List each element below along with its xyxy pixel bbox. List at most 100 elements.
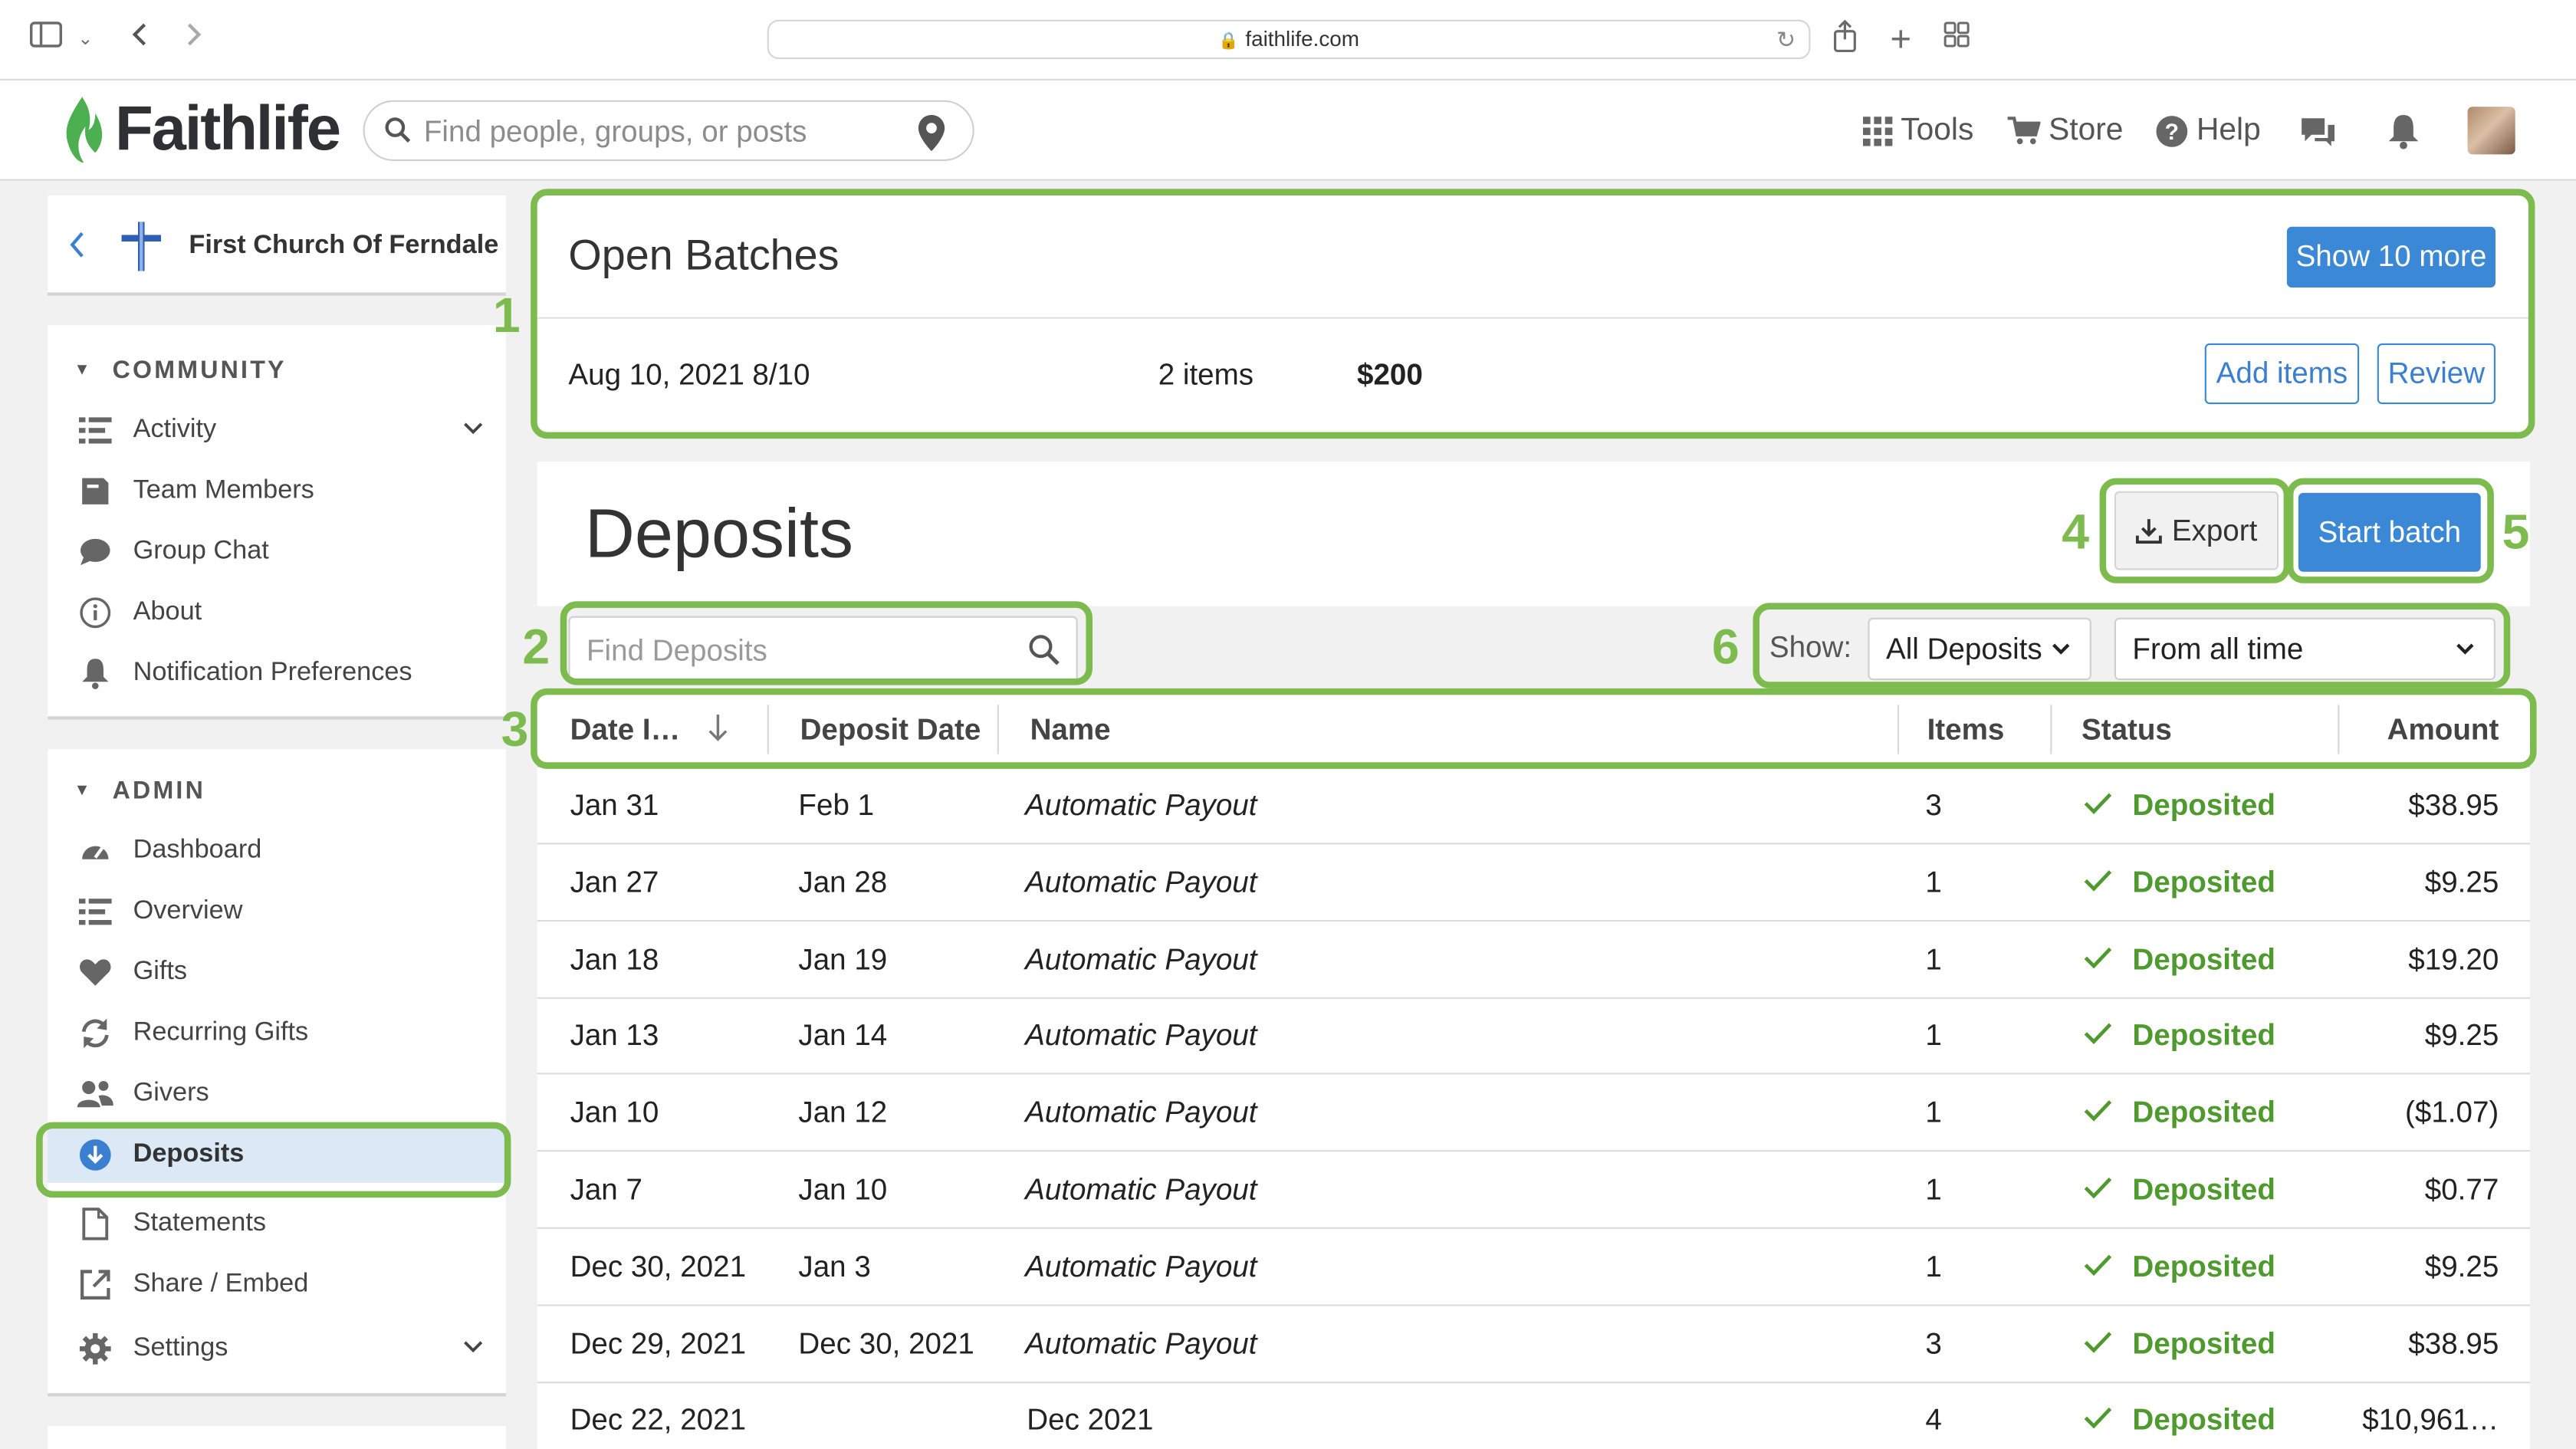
recurring-icon bbox=[76, 1017, 115, 1050]
sidebar-item-givers[interactable]: Givers bbox=[48, 1066, 506, 1122]
sidebar-item-overview[interactable]: Overview bbox=[48, 884, 506, 940]
location-pin-icon[interactable] bbox=[917, 113, 947, 161]
lock-icon: 🔒 bbox=[1218, 32, 1239, 51]
cell-date-initiated: Jan 10 bbox=[570, 1096, 659, 1129]
column-divider[interactable] bbox=[2338, 705, 2340, 754]
cell-items: 1 bbox=[1925, 1173, 1942, 1206]
find-deposits-field[interactable] bbox=[568, 616, 1078, 682]
reload-icon[interactable]: ↻ bbox=[1776, 21, 1796, 58]
export-button[interactable]: Export bbox=[2114, 491, 2279, 570]
find-deposits-input[interactable] bbox=[586, 627, 1014, 674]
column-divider[interactable] bbox=[997, 705, 999, 754]
notifications-button[interactable] bbox=[2387, 110, 2429, 153]
column-date-initiated[interactable]: Date I… bbox=[570, 713, 681, 748]
cell-name: Automatic Payout bbox=[1025, 1326, 1257, 1360]
sidebar-item-activity[interactable]: Activity bbox=[48, 402, 506, 458]
sidebar-item-statements[interactable]: Statements bbox=[48, 1196, 506, 1252]
checkmark-icon bbox=[2083, 1330, 2113, 1362]
column-divider[interactable] bbox=[2050, 705, 2052, 754]
sidebar-item-label: Gifts bbox=[133, 958, 188, 986]
column-status[interactable]: Status bbox=[2082, 713, 2172, 748]
cell-amount: $9.25 bbox=[2424, 1019, 2499, 1053]
column-amount[interactable]: Amount bbox=[2387, 713, 2499, 748]
column-items[interactable]: Items bbox=[1927, 713, 2005, 748]
church-name[interactable]: First Church Of Ferndale bbox=[189, 232, 498, 261]
global-search-input[interactable] bbox=[423, 108, 901, 155]
column-divider[interactable] bbox=[1898, 705, 1900, 754]
chevron-down-icon[interactable] bbox=[463, 416, 483, 442]
sidebar-item-about[interactable]: About bbox=[48, 585, 506, 641]
sidebar-item-label: Givers bbox=[133, 1079, 209, 1108]
table-row[interactable]: Jan 10 Jan 12 Automatic Payout 1 Deposited ($… bbox=[537, 1075, 2530, 1152]
deposit-type-select[interactable]: All Deposits bbox=[1868, 617, 2091, 681]
share-icon[interactable] bbox=[1825, 19, 1865, 59]
sidebar-item-label: Dashboard bbox=[133, 836, 262, 865]
global-search[interactable] bbox=[363, 100, 974, 161]
table-row[interactable]: Jan 13 Jan 14 Automatic Payout 1 Deposited $9… bbox=[537, 998, 2530, 1076]
sidebar-item-team-members[interactable]: Team Members bbox=[48, 463, 506, 519]
table-row[interactable]: Dec 22, 2021 Dec 2021 4 Deposited $10,961… bbox=[537, 1382, 2530, 1449]
add-items-button[interactable]: Add items bbox=[2204, 343, 2360, 405]
table-row[interactable]: Dec 29, 2021 Dec 30, 2021 Automatic Payout… bbox=[537, 1306, 2530, 1383]
show-more-button[interactable]: Show 10 more bbox=[2286, 226, 2496, 288]
messages-button[interactable] bbox=[2298, 110, 2346, 153]
chevron-down-icon[interactable]: ⌄ bbox=[66, 20, 105, 59]
column-name[interactable]: Name bbox=[1030, 713, 1111, 748]
sidebar-item-share-embed[interactable]: Share / Embed bbox=[48, 1257, 506, 1313]
bell-icon bbox=[76, 657, 115, 690]
admin-heading[interactable]: ▼ ADMIN bbox=[74, 777, 205, 805]
faithlife-logo[interactable]: Faithlife bbox=[59, 94, 341, 166]
review-button[interactable]: Review bbox=[2377, 343, 2496, 405]
tab-overview-icon[interactable] bbox=[1937, 20, 1976, 59]
document-icon bbox=[76, 1208, 115, 1240]
sort-descending-icon[interactable] bbox=[706, 713, 729, 751]
sidebar-item-recurring-gifts[interactable]: Recurring Gifts bbox=[48, 1005, 506, 1061]
table-row[interactable]: Jan 27 Jan 28 Automatic Payout 1 Deposited $9… bbox=[537, 844, 2530, 922]
community-heading[interactable]: ▼ COMMUNITY bbox=[74, 356, 286, 384]
cell-name: Automatic Payout bbox=[1025, 865, 1257, 899]
table-row[interactable]: Jan 18 Jan 19 Automatic Payout 1 Deposited $1… bbox=[537, 921, 2530, 998]
download-icon bbox=[2135, 518, 2162, 544]
cell-status: Deposited bbox=[2132, 1096, 2275, 1129]
sidebar-icon[interactable] bbox=[26, 20, 65, 59]
sidebar-item-gifts[interactable]: Gifts bbox=[48, 945, 506, 1001]
cell-items: 1 bbox=[1925, 1019, 1942, 1053]
sidebar-item-notification-preferences[interactable]: Notification Preferences bbox=[48, 646, 506, 702]
nav-help[interactable]: ? Help bbox=[2155, 110, 2261, 153]
cell-deposit-date: Jan 14 bbox=[798, 1019, 888, 1053]
forward-arrow-icon[interactable] bbox=[174, 20, 213, 59]
chevron-down-icon[interactable] bbox=[463, 1334, 483, 1360]
table-row[interactable]: Dec 30, 2021 Jan 3 Automatic Payout 1 Deposi… bbox=[537, 1228, 2530, 1306]
table-row[interactable]: Jan 31 Feb 1 Automatic Payout 3 Deposited $38… bbox=[537, 767, 2530, 845]
sidebar-next-section bbox=[48, 1426, 506, 1449]
cell-amount: $38.95 bbox=[2408, 1326, 2499, 1360]
nav-tools[interactable]: Tools bbox=[1863, 110, 1973, 153]
sidebar-item-group-chat[interactable]: Group Chat bbox=[48, 524, 506, 580]
search-icon[interactable] bbox=[1028, 634, 1060, 673]
user-avatar[interactable] bbox=[2467, 107, 2515, 155]
address-bar[interactable]: 🔒 faithlife.com ↻ bbox=[767, 19, 1811, 60]
export-label: Export bbox=[2171, 513, 2258, 547]
cell-items: 3 bbox=[1925, 1326, 1942, 1360]
people-icon bbox=[76, 1079, 115, 1109]
cell-name: Automatic Payout bbox=[1025, 1173, 1257, 1206]
date-range-select[interactable]: From all time bbox=[2114, 617, 2496, 681]
back-arrow-icon[interactable] bbox=[120, 20, 159, 59]
cell-items: 1 bbox=[1925, 942, 1942, 975]
sidebar-item-settings[interactable]: Settings bbox=[48, 1321, 506, 1377]
start-batch-button[interactable]: Start batch bbox=[2298, 492, 2481, 572]
column-deposit-date[interactable]: Deposit Date bbox=[800, 713, 981, 748]
gear-icon bbox=[76, 1332, 115, 1365]
table-row[interactable]: Jan 7 Jan 10 Automatic Payout 1 Deposited $0.… bbox=[537, 1152, 2530, 1229]
back-chevron-icon[interactable] bbox=[67, 228, 87, 271]
annotation-number-3: 3 bbox=[501, 703, 529, 757]
sidebar-item-dashboard[interactable]: Dashboard bbox=[48, 823, 506, 879]
sidebar-item-deposits[interactable]: Deposits bbox=[48, 1127, 506, 1183]
badge-icon bbox=[76, 476, 115, 506]
column-divider[interactable] bbox=[767, 705, 769, 754]
open-batches-header: Open Batches Show 10 more bbox=[537, 194, 2530, 319]
new-tab-icon[interactable]: + bbox=[1881, 19, 1921, 59]
nav-store[interactable]: Store bbox=[2007, 110, 2123, 153]
cell-deposit-date: Jan 19 bbox=[798, 942, 888, 975]
cell-deposit-date: Jan 12 bbox=[798, 1096, 888, 1129]
